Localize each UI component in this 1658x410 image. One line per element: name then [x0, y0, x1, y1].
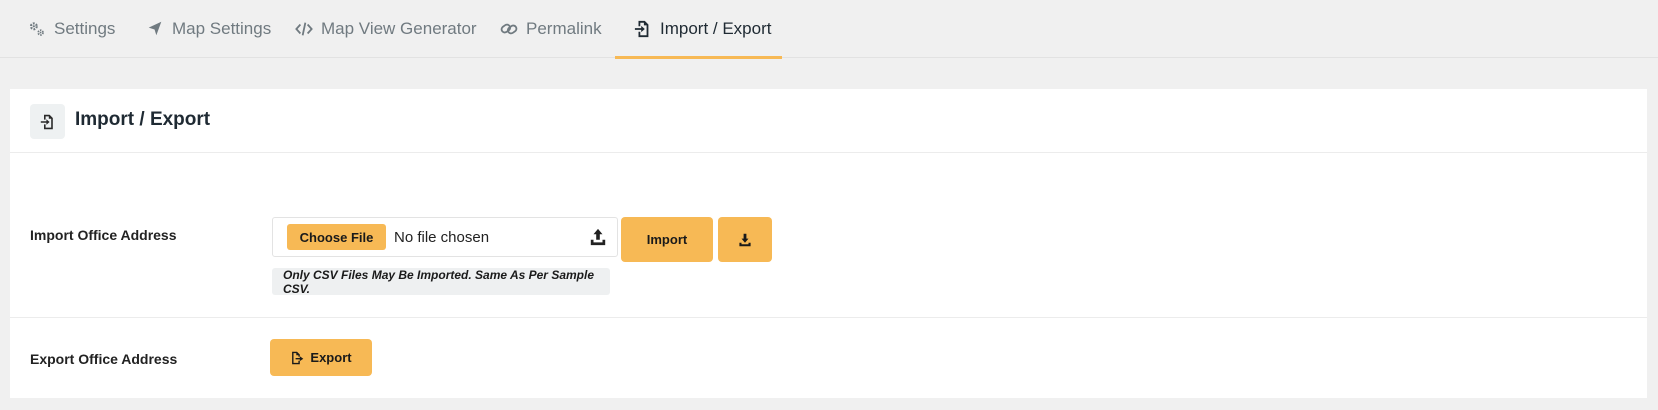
active-tab-indicator [615, 56, 782, 59]
section-divider [10, 317, 1647, 318]
file-import-icon [634, 20, 649, 37]
import-export-card: Import / Export Import Office Address Ch… [10, 89, 1647, 398]
choose-file-button[interactable]: Choose File [287, 224, 386, 250]
tab-import-export[interactable]: Import / Export [615, 0, 782, 59]
link-icon [500, 23, 518, 34]
download-sample-button[interactable] [718, 217, 772, 262]
tab-label: Import / Export [660, 18, 772, 38]
export-button-label: Export [310, 350, 352, 365]
card-header: Import / Export [10, 89, 1647, 153]
gears-icon [29, 21, 44, 36]
tab-label: Settings [54, 18, 116, 38]
import-button-label: Import [646, 232, 688, 247]
import-office-address-label: Import Office Address [30, 227, 177, 243]
tab-label: Permalink [526, 18, 602, 38]
export-office-address-label: Export Office Address [30, 351, 178, 367]
location-arrow-icon [148, 21, 162, 35]
file-status-text: No file chosen [394, 229, 490, 246]
code-icon [295, 22, 313, 35]
tab-label: Map View Generator [321, 18, 477, 38]
tab-label: Map Settings [172, 18, 272, 38]
download-icon [739, 233, 751, 246]
import-help-note: Only CSV Files May Be Imported. Same As … [272, 268, 610, 296]
card-title-icon-box [30, 104, 65, 139]
import-button[interactable]: Import [621, 217, 713, 262]
upload-icon [590, 228, 606, 246]
tab-permalink[interactable]: Permalink [500, 0, 602, 57]
tab-map-view-generator[interactable]: Map View Generator [295, 0, 477, 57]
file-input[interactable]: Choose File No file chosen [272, 217, 618, 257]
tab-settings[interactable]: Settings [28, 0, 115, 57]
file-export-icon [292, 351, 304, 364]
file-import-icon [40, 114, 53, 129]
card-title: Import / Export [75, 109, 211, 130]
tab-map-settings[interactable]: Map Settings [146, 0, 271, 57]
export-button[interactable]: Export [270, 339, 372, 376]
tab-bar: Settings Map Settings Map View Generator… [0, 0, 1658, 59]
